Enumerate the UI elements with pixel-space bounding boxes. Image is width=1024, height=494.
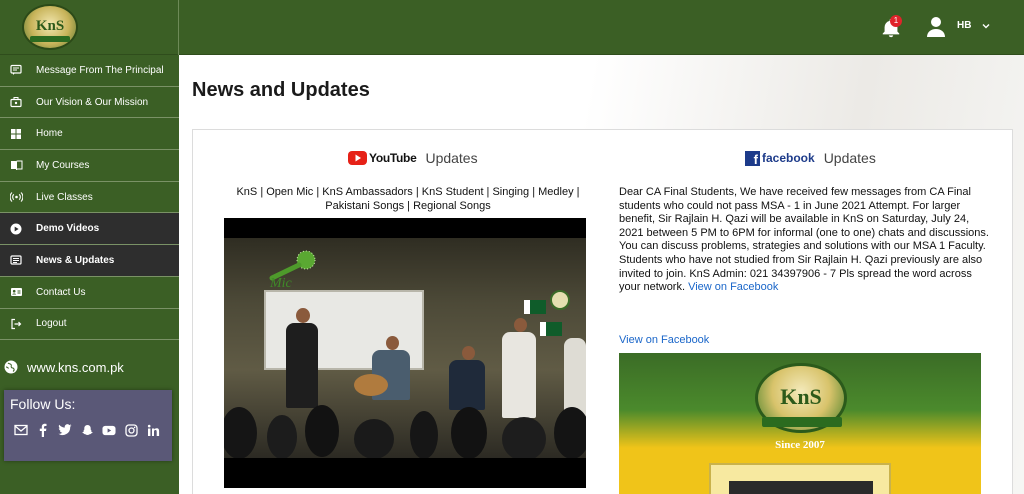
youtube-heading: YouTube Updates (348, 150, 478, 166)
sidebar-item-label: Live Classes (36, 191, 93, 203)
broadcast-icon (9, 190, 23, 204)
updates-card: YouTube Updates KnS | Open Mic | KnS Amb… (192, 129, 1013, 494)
logo-area: KnS (0, 0, 179, 55)
newspaper-icon (9, 253, 23, 267)
kns-logo[interactable]: KnS (22, 4, 78, 50)
sidebar-item-label: Home (36, 128, 63, 140)
kns-emblem (550, 290, 570, 310)
facebook-icon[interactable] (36, 423, 50, 437)
book-icon (9, 158, 23, 172)
sidebar-item-home[interactable]: Home (0, 118, 179, 151)
sidebar: Message From The Principal Our Vision & … (0, 55, 179, 494)
sidebar-item-label: Contact Us (36, 286, 86, 298)
youtube-updates-label: Updates (425, 150, 478, 166)
sidebar-item-contact-us[interactable]: Contact Us (0, 277, 179, 309)
post-body: Dear CA Final Students, We have received… (619, 186, 989, 294)
emblem-ribbon (762, 417, 842, 427)
home-grid-icon (9, 127, 23, 141)
audience (224, 405, 586, 458)
notification-badge: 1 (890, 15, 902, 27)
sidebar-item-news-updates[interactable]: News & Updates (0, 245, 179, 277)
message-icon (9, 63, 23, 77)
video-title: KnS | Open Mic | KnS Ambassadors | KnS S… (236, 186, 580, 212)
facebook-post-text: Dear CA Final Students, We have received… (619, 186, 989, 295)
sidebar-item-label: Logout (36, 318, 67, 330)
sidebar-item-label: News & Updates (36, 254, 115, 266)
youtube-icon[interactable] (102, 423, 116, 437)
sidebar-item-label: Our Vision & Our Mission (36, 96, 149, 108)
page-title: News and Updates (192, 79, 370, 101)
user-icon[interactable] (926, 16, 946, 38)
logo-ribbon (30, 36, 70, 42)
email-icon[interactable] (14, 423, 28, 437)
follow-us-title: Follow Us: (10, 396, 76, 412)
contact-card-icon (9, 285, 23, 299)
performer (286, 323, 318, 408)
social-links (10, 423, 166, 437)
sidebar-item-label: My Courses (36, 159, 90, 171)
instagram-icon[interactable] (124, 423, 138, 437)
sidebar-item-my-courses[interactable]: My Courses (0, 150, 179, 182)
logo-text: KnS (35, 18, 65, 34)
facebook-brand: facebook (762, 151, 815, 165)
sidebar-item-logout[interactable]: Logout (0, 309, 179, 341)
youtube-brand: YouTube (369, 151, 417, 165)
youtube-play-icon (348, 151, 367, 165)
user-initials[interactable]: HB (957, 20, 971, 31)
performer-head (514, 318, 527, 332)
twitter-icon[interactable] (58, 423, 72, 437)
snapchat-icon[interactable] (80, 423, 94, 437)
performer-head (386, 336, 399, 350)
view-on-facebook-inline-link[interactable]: View on Facebook (688, 281, 778, 293)
pakistan-flag (540, 322, 562, 336)
website-url: www.kns.com.pk (27, 359, 124, 375)
logout-icon (9, 317, 23, 331)
performer-head (296, 308, 310, 323)
facebook-post-image[interactable]: KnS Since 2007 (619, 353, 981, 494)
top-bar: KnS 1 HB (0, 0, 1024, 55)
guitar (354, 374, 388, 396)
congrats-board (709, 463, 891, 494)
play-circle-icon (9, 222, 23, 236)
chevron-down-icon[interactable] (980, 20, 992, 32)
sidebar-item-label: Message From The Principal (36, 64, 164, 76)
sidebar-item-label: Demo Videos (36, 223, 100, 235)
follow-us-box: Follow Us: (4, 390, 172, 461)
youtube-video-player[interactable]: Mic (224, 218, 586, 488)
sidebar-item-vision-mission[interactable]: Our Vision & Our Mission (0, 87, 179, 119)
view-on-facebook-link[interactable]: View on Facebook (619, 334, 709, 346)
facebook-updates-label: Updates (823, 150, 876, 166)
pakistan-flag (524, 300, 546, 314)
board-inner (729, 481, 873, 494)
since-text: Since 2007 (775, 439, 825, 451)
briefcase-icon (9, 95, 23, 109)
facebook-f-icon: f (745, 150, 760, 167)
facebook-logo: f facebook (745, 150, 815, 167)
main-content: News and Updates YouTube Updates KnS | O… (179, 55, 1024, 494)
performer-head (462, 346, 475, 360)
globe-icon (4, 360, 18, 374)
website-link[interactable]: www.kns.com.pk (0, 352, 179, 382)
facebook-heading: f facebook Updates (745, 150, 876, 167)
sidebar-item-demo-videos[interactable]: Demo Videos (0, 213, 179, 246)
youtube-logo: YouTube (348, 151, 417, 165)
sidebar-item-principal-message[interactable]: Message From The Principal (0, 55, 179, 87)
video-thumbnail: Mic (224, 238, 586, 458)
emblem-text: KnS (780, 384, 822, 409)
linkedin-icon[interactable] (146, 423, 160, 437)
sidebar-item-live-classes[interactable]: Live Classes (0, 182, 179, 214)
